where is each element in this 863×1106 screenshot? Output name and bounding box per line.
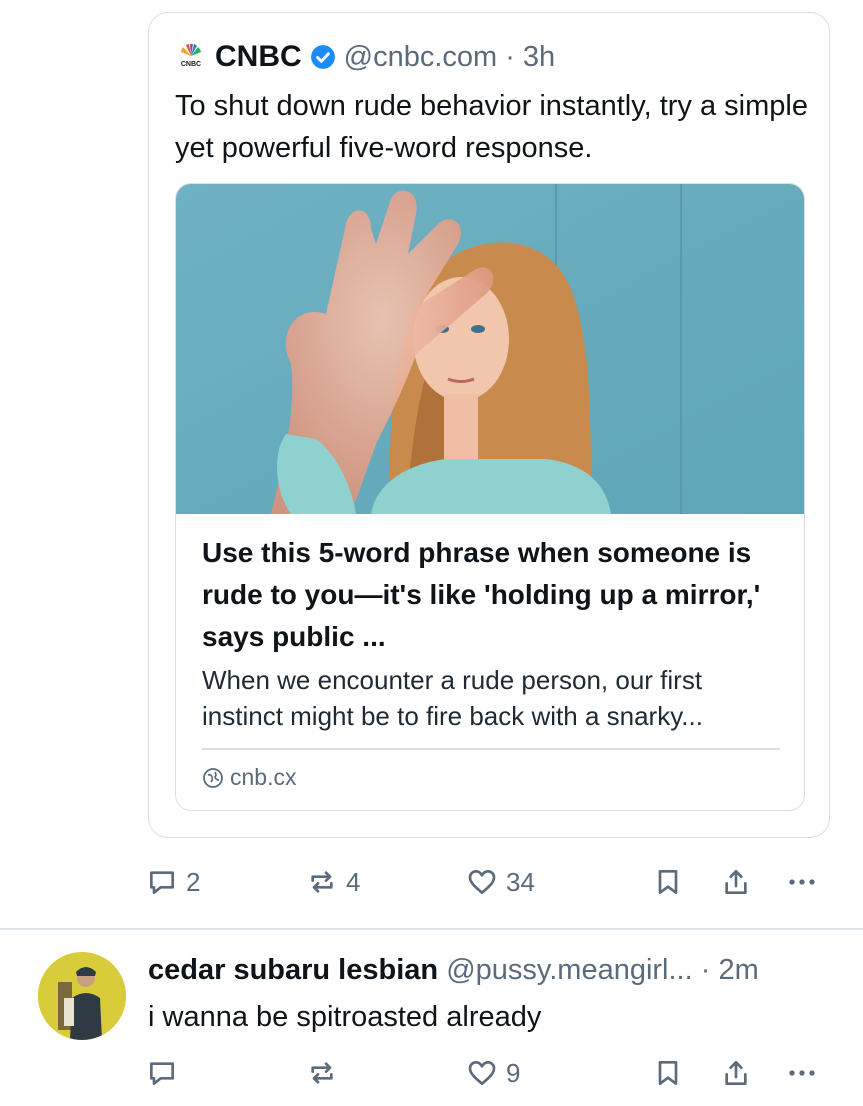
- ellipsis-icon: [789, 879, 815, 885]
- share-upload-icon: [725, 1061, 747, 1085]
- separator-dot: ·: [505, 40, 515, 73]
- quoted-post-time[interactable]: 3h: [523, 41, 555, 74]
- post-action-bar: 2 4 34: [146, 862, 836, 902]
- link-domain-text: cnb.cx: [230, 764, 297, 790]
- link-preview-card[interactable]: Use this 5-word phrase when someone is r…: [175, 183, 805, 811]
- cnbc-avatar[interactable]: CNBC: [175, 41, 207, 73]
- more-options-button[interactable]: [784, 862, 820, 902]
- like-button[interactable]: 9: [466, 1053, 520, 1093]
- share-button[interactable]: [720, 862, 752, 902]
- repost-button[interactable]: [306, 1053, 346, 1093]
- globe-link-icon: [203, 767, 223, 788]
- verified-badge-icon: [310, 45, 335, 69]
- woman-raising-hand-photo-icon: [176, 184, 804, 514]
- reply-bubble-icon: [150, 1062, 174, 1085]
- heart-icon: [468, 1061, 496, 1085]
- like-button[interactable]: 34: [466, 862, 535, 902]
- like-count: 34: [506, 866, 535, 897]
- share-button[interactable]: [720, 1053, 752, 1093]
- reply-post-text: i wanna be spitroasted already: [148, 1001, 542, 1033]
- bookmark-icon: [658, 1061, 678, 1085]
- heart-icon: [468, 870, 496, 894]
- repost-button[interactable]: 4: [306, 862, 360, 902]
- quoted-author-handle[interactable]: @cnbc.com: [344, 41, 498, 74]
- link-preview-title: Use this 5-word phrase when someone is r…: [202, 537, 761, 652]
- quoted-post-header: CNBC CNBC @cnbc.com · 3h: [175, 37, 555, 77]
- link-preview-description: When we encounter a rude person, our fir…: [202, 665, 703, 731]
- quoted-post-text: To shut down rude behavior instantly, tr…: [175, 90, 808, 164]
- ellipsis-icon: [789, 1070, 815, 1076]
- repost-icon: [311, 1062, 333, 1084]
- person-avatar-icon: [38, 952, 126, 1040]
- like-count: 9: [506, 1057, 521, 1088]
- bookmark-button[interactable]: [652, 1053, 684, 1093]
- bookmark-icon: [658, 870, 678, 894]
- cnbc-peacock-logo-icon: CNBC: [181, 43, 201, 68]
- reply-author-avatar[interactable]: [38, 952, 126, 1040]
- quoted-post-card[interactable]: CNBC CNBC @cnbc.com · 3h To shut down ru…: [148, 12, 830, 838]
- separator-dot: ·: [700, 954, 711, 986]
- svg-text:CNBC: CNBC: [181, 61, 201, 68]
- reply-bubble-icon: [150, 871, 174, 894]
- reply-author-name[interactable]: cedar subaru lesbian: [148, 954, 438, 986]
- reply-action-bar: 9: [146, 1053, 836, 1093]
- link-preview-domain[interactable]: cnb.cx: [202, 764, 296, 791]
- reply-author-handle[interactable]: @pussy.meangirl...: [446, 954, 693, 986]
- reply-post-time[interactable]: 2m: [718, 954, 758, 986]
- more-options-button[interactable]: [784, 1053, 820, 1093]
- reply-button[interactable]: 2: [146, 862, 200, 902]
- share-upload-icon: [725, 870, 747, 894]
- reply-button[interactable]: [146, 1053, 186, 1093]
- post-divider: [0, 928, 863, 930]
- link-preview-divider: [202, 748, 780, 750]
- repost-count: 4: [346, 866, 361, 897]
- repost-icon: [311, 871, 333, 893]
- reply-count: 2: [186, 866, 201, 897]
- bookmark-button[interactable]: [652, 862, 684, 902]
- reply-post-header: cedar subaru lesbian @pussy.meangirl... …: [148, 950, 838, 990]
- quoted-author-name[interactable]: CNBC: [215, 40, 302, 74]
